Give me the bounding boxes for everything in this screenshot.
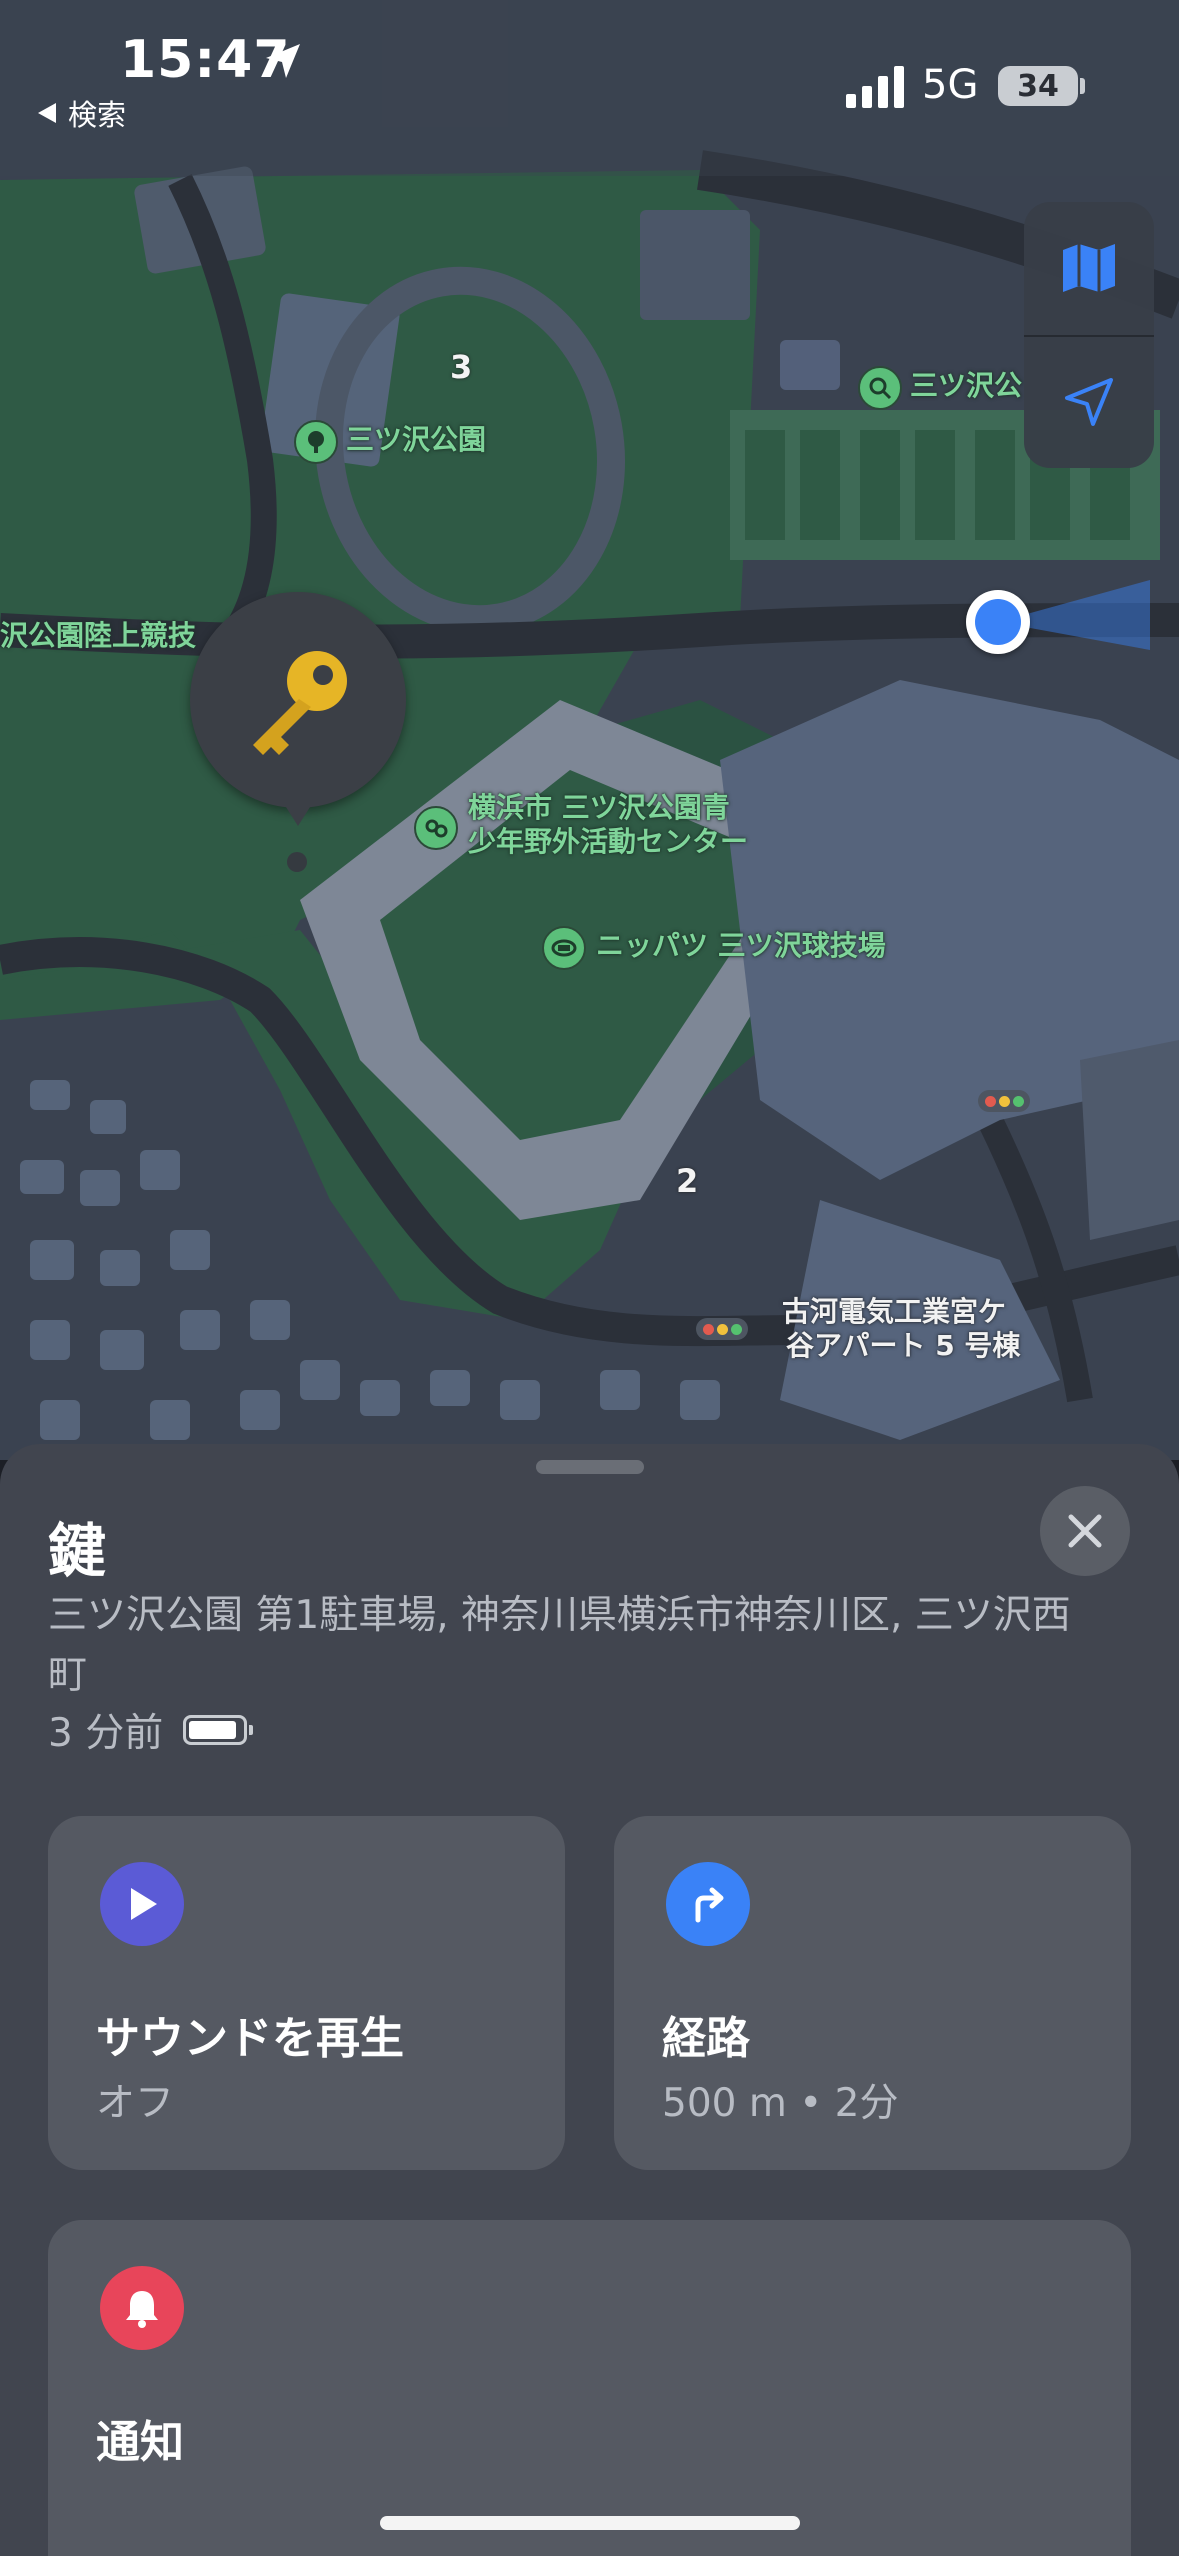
map-label-apartment-line2[interactable]: 谷アパート 5 号棟 (786, 1329, 1020, 1362)
location-services-icon (266, 44, 300, 78)
stadium-icon[interactable] (542, 926, 586, 970)
back-to-search-link[interactable]: 検索 (36, 92, 126, 134)
bell-icon (100, 2266, 184, 2350)
tennis-icon[interactable] (858, 366, 902, 410)
play-icon (100, 1862, 184, 1946)
item-detail-sheet[interactable]: 鍵 三ツ沢公園 第1駐車場, 神奈川県横浜市神奈川区, 三ツ沢西町 3 分前 サ… (0, 1444, 1179, 2556)
status-bar: 15:47 検索 5G 34 (0, 0, 1179, 176)
map-label-youth-center-line2[interactable]: 少年野外活動センター (468, 825, 748, 858)
item-address: 三ツ沢公園 第1駐車場, 神奈川県横浜市神奈川区, 三ツ沢西町 (48, 1593, 1071, 1698)
back-triangle-icon (38, 103, 56, 123)
route-number-2: 2 (676, 1162, 699, 1200)
item-title: 鍵 (48, 1517, 107, 1585)
play-sound-title: サウンドを再生 (96, 2013, 404, 2064)
home-indicator[interactable] (380, 2516, 800, 2530)
map-label-tennis[interactable]: 三ツ沢公 (910, 369, 1022, 402)
pin-anchor-dot (287, 852, 307, 872)
map-icon (1063, 244, 1115, 292)
close-icon (1068, 1514, 1102, 1548)
current-location-dot (966, 590, 1030, 654)
sheet-grabber[interactable] (536, 1460, 644, 1474)
map-label-track-field[interactable]: 沢公園陸上競技 (0, 619, 196, 652)
map-label-stadium[interactable]: ニッパツ 三ツ沢球技場 (596, 929, 886, 962)
map-view[interactable]: 3 2 三ツ沢公園 沢公園陸上競技 横浜市 三ツ沢公園青 少年野外活動センター … (0, 0, 1179, 1460)
cellular-signal-icon (846, 66, 904, 108)
locate-me-button[interactable] (1024, 336, 1154, 468)
route-number-3: 3 (450, 348, 473, 386)
close-button[interactable] (1040, 1486, 1130, 1576)
key-icon (253, 651, 347, 755)
map-label-park[interactable]: 三ツ沢公園 (346, 423, 486, 456)
activity-center-icon[interactable] (414, 806, 458, 850)
play-sound-status: オフ (96, 2081, 175, 2126)
directions-title: 経路 (662, 2013, 750, 2064)
directions-card[interactable]: 経路 500 m • 2分 (614, 1816, 1131, 2170)
location-arrow-icon (1065, 378, 1113, 426)
traffic-light-icon (978, 1090, 1030, 1112)
pin-tail (279, 796, 317, 826)
map-base (0, 150, 1179, 1440)
directions-distance-time: 500 m • 2分 (662, 2081, 899, 2126)
notifications-card[interactable]: 通知 (48, 2220, 1131, 2556)
map-label-apartment-line1[interactable]: 古河電気工業宮ケ (782, 1295, 1006, 1328)
traffic-light-icon (696, 1318, 748, 1340)
item-meta: 3 分前 (48, 1702, 254, 1758)
last-seen-time: 3 分前 (48, 1711, 164, 1756)
play-sound-card[interactable]: サウンドを再生 オフ (48, 1816, 565, 2170)
notifications-title: 通知 (96, 2417, 184, 2468)
network-type: 5G (922, 62, 979, 108)
map-mode-button[interactable] (1024, 202, 1154, 334)
park-tree-icon[interactable] (294, 420, 338, 464)
battery-tip (1080, 78, 1085, 94)
key-location-pin[interactable] (190, 592, 406, 808)
directions-arrow-icon (666, 1862, 750, 1946)
battery-level: 34 (1017, 68, 1059, 104)
back-link-label: 検索 (68, 98, 127, 132)
map-label-youth-center-line1[interactable]: 横浜市 三ツ沢公園青 (468, 791, 730, 824)
map-controls (1024, 202, 1154, 468)
item-battery-icon (183, 1715, 254, 1745)
battery-indicator: 34 (998, 66, 1078, 106)
